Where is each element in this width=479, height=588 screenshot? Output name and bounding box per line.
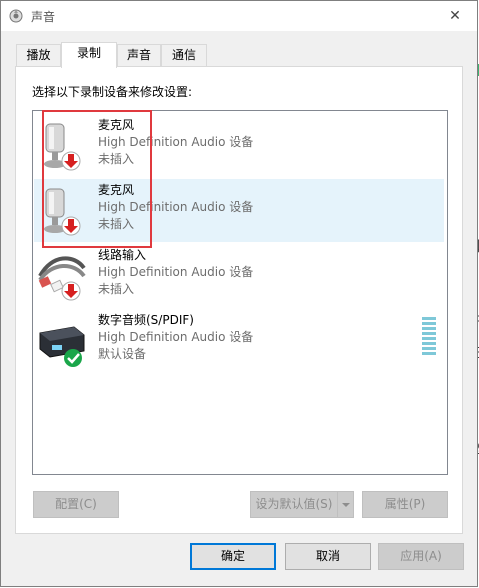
instruction-text: 选择以下录制设备来修改设置:: [32, 85, 193, 99]
set-default-dropdown[interactable]: [337, 492, 354, 517]
unplugged-badge-icon: [61, 281, 81, 301]
device-description: High Definition Audio 设备: [98, 330, 254, 344]
close-button[interactable]: ✕: [433, 1, 477, 31]
sound-dialog: 声音 ✕ 播放 录制 声音 通信 选择以下录制设备来修改设置: 麦克风 High…: [0, 0, 478, 587]
title-bar[interactable]: 声音 ✕: [1, 1, 477, 31]
window-title: 声音: [31, 10, 56, 24]
set-default-button[interactable]: 设为默认值(S): [250, 491, 354, 518]
speaker-app-icon: [9, 9, 23, 23]
properties-button[interactable]: 属性(P): [362, 491, 448, 518]
list-item[interactable]: 线路输入 High Definition Audio 设备 未插入: [34, 244, 444, 307]
chevron-down-icon: [342, 503, 350, 507]
tab-recording[interactable]: 录制: [61, 42, 117, 68]
ok-button[interactable]: 确定: [190, 543, 276, 570]
apply-button[interactable]: 应用(A): [378, 543, 464, 570]
cancel-button[interactable]: 取消: [285, 543, 371, 570]
list-item[interactable]: 数字音频(S/PDIF) High Definition Audio 设备 默认…: [34, 309, 444, 372]
tab-communications[interactable]: 通信: [161, 44, 207, 66]
level-meter: [422, 317, 436, 355]
line-in-cable-icon: [38, 256, 86, 301]
tab-sounds[interactable]: 声音: [117, 44, 161, 66]
device-description: High Definition Audio 设备: [98, 265, 254, 279]
annotation-highlight-box: [42, 110, 152, 248]
device-status: 默认设备: [98, 347, 147, 361]
device-name: 数字音频(S/PDIF): [98, 313, 194, 327]
default-check-icon: [64, 349, 82, 367]
device-name: 线路输入: [98, 248, 147, 262]
configure-button[interactable]: 配置(C): [33, 491, 119, 518]
close-icon: ✕: [449, 8, 461, 24]
tab-playback[interactable]: 播放: [16, 44, 61, 66]
spdif-device-icon: [39, 326, 85, 367]
set-default-label: 设为默认值(S): [255, 497, 333, 511]
device-status: 未插入: [98, 282, 135, 296]
